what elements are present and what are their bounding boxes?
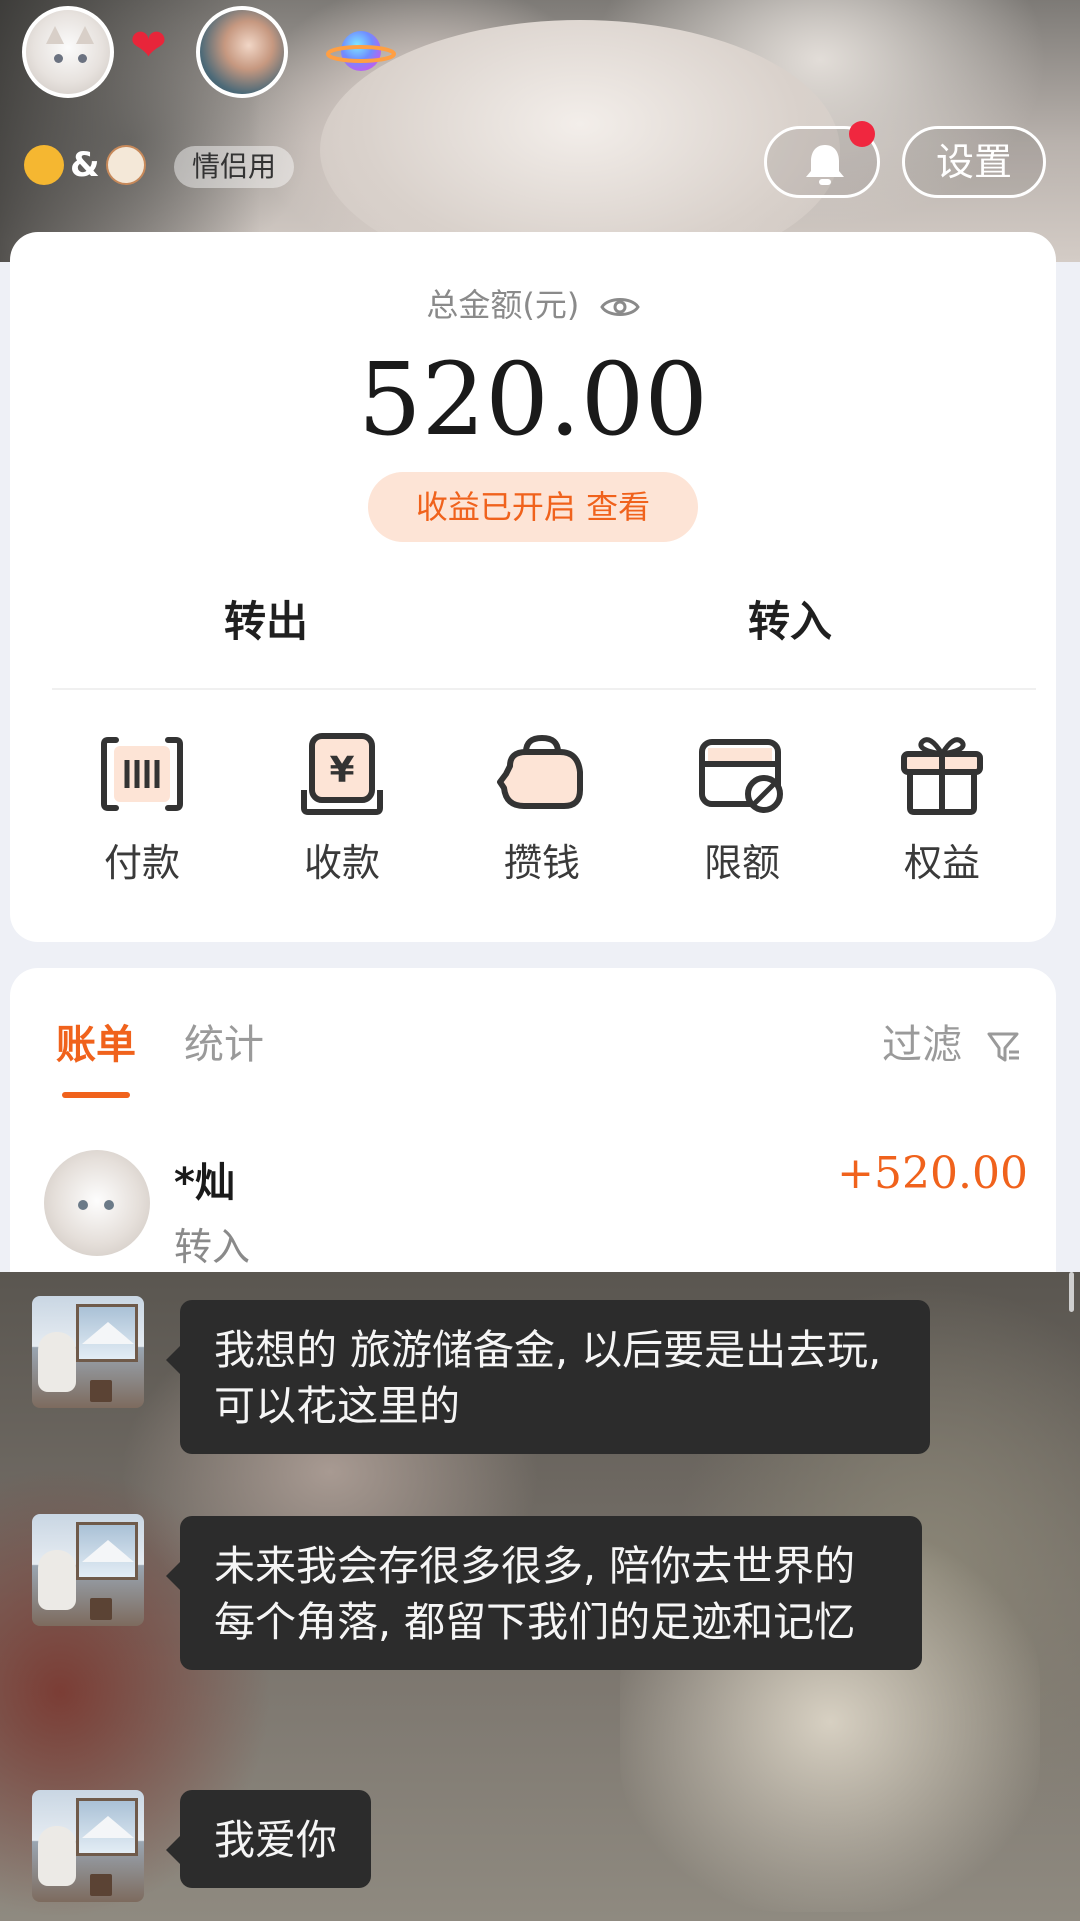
planet-icon[interactable] (326, 26, 396, 76)
transaction-amount: +520.00 (837, 1148, 1028, 1199)
chat-avatar[interactable] (32, 1296, 144, 1408)
action-limit-label: 限额 (703, 841, 780, 885)
chat-bubble: 我想的 旅游储备金, 以后要是出去玩, 可以花这里的 (166, 1300, 930, 1454)
receive-money-icon: ¥ (301, 733, 383, 815)
tab-active-indicator (62, 1092, 130, 1098)
transaction-type: 转入 (174, 1225, 251, 1269)
header-photo-fur (320, 20, 840, 262)
filter-button[interactable]: 过滤 (882, 1012, 1023, 1070)
action-payment[interactable]: 付款 (82, 732, 202, 887)
action-receive-label: 收款 (303, 841, 380, 885)
action-save[interactable]: 攒钱 (482, 732, 602, 887)
transfer-out-button[interactable]: 转出 (224, 588, 308, 649)
chat-bubble: 我爱你 (166, 1790, 371, 1888)
payment-code-icon (101, 737, 183, 811)
yield-enabled-button[interactable]: 收益已开启 查看 (368, 472, 698, 542)
card-limit-icon (699, 739, 783, 813)
action-limit[interactable]: 限额 (682, 732, 802, 887)
scrollbar[interactable] (1069, 1272, 1074, 1312)
filter-icon (987, 1032, 1019, 1062)
notification-button[interactable] (764, 121, 880, 198)
couple-pets-emoji: & (24, 140, 146, 188)
cat-face-icon (24, 145, 64, 185)
transaction-avatar (44, 1150, 150, 1256)
action-benefits-label: 权益 (903, 841, 980, 885)
chat-avatar[interactable] (32, 1514, 144, 1626)
bell-icon (806, 145, 844, 185)
dog-face-icon (105, 145, 146, 185)
transaction-name[interactable]: *灿 (174, 1150, 235, 1208)
action-save-label: 攒钱 (503, 841, 580, 885)
bill-card: 账单 统计 过滤 *灿 转入 +520.00 (10, 968, 1056, 1278)
settings-button[interactable]: 设置 (902, 126, 1046, 198)
chat-avatar[interactable] (32, 1790, 144, 1902)
tab-statistics[interactable]: 统计 (184, 1012, 264, 1070)
total-amount-label: 总金额(元) (10, 280, 1056, 326)
notification-dot (849, 121, 875, 147)
card-divider (52, 688, 1036, 690)
heart-icon: ❤ (130, 20, 167, 71)
chat-bubble: 未来我会存很多很多, 陪你去世界的每个角落, 都留下我们的足迹和记忆 (166, 1516, 922, 1670)
action-benefits[interactable]: 权益 (882, 732, 1002, 887)
total-amount-text: 总金额(元) (426, 286, 580, 324)
piggy-bank-icon (497, 734, 583, 809)
svg-text:¥: ¥ (329, 750, 354, 791)
gift-icon (901, 737, 983, 815)
balance-amount: 520.00 (358, 341, 708, 458)
transfer-in-button[interactable]: 转入 (748, 588, 832, 649)
balance-card: 总金额(元) 520.00 收益已开启 查看 转出 转入 付款 ¥ 收款 攒钱 … (10, 232, 1056, 942)
action-payment-label: 付款 (103, 841, 180, 885)
user-avatar[interactable] (196, 6, 288, 98)
couple-tag: 情侣用 (174, 146, 295, 188)
action-receive[interactable]: ¥ 收款 (282, 732, 402, 887)
chat-screenshot: 我想的 旅游储备金, 以后要是出去玩, 可以花这里的 未来我会存很多很多, 陪你… (0, 1272, 1080, 1921)
filter-label: 过滤 (882, 1022, 962, 1068)
partner-avatar-cat[interactable] (22, 6, 114, 98)
eye-icon[interactable] (599, 293, 640, 321)
pets-ampersand: & (70, 145, 100, 185)
tab-bill[interactable]: 账单 (56, 1012, 136, 1070)
